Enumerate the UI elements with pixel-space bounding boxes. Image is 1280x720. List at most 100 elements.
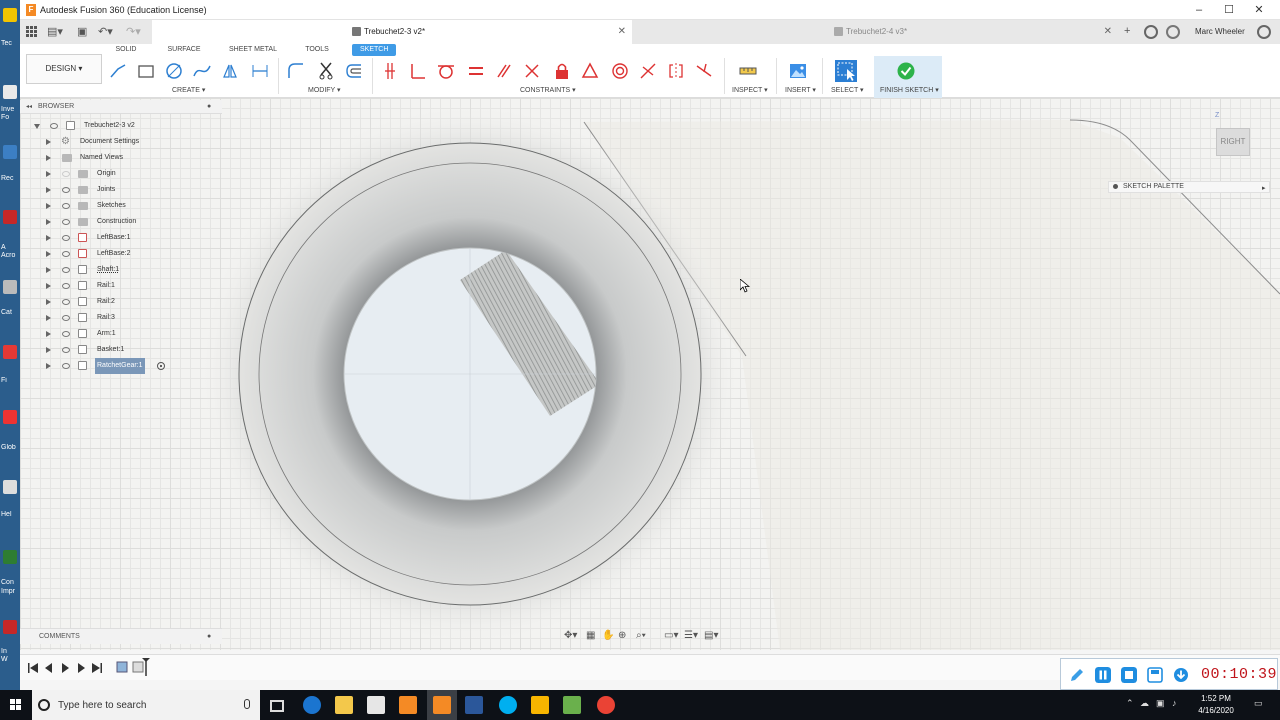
network-icon[interactable]: ▣ [1156,698,1165,709]
collinear-constraint-icon[interactable] [522,61,542,81]
expand-icon[interactable] [46,363,51,369]
expand-icon[interactable] [46,347,51,353]
measure-icon[interactable] [738,61,758,81]
visibility-eye-icon[interactable] [62,187,70,193]
store-icon[interactable] [367,696,385,714]
pause-icon[interactable] [1095,667,1111,683]
file-menu-icon[interactable]: ▤▾ [47,25,63,38]
tab-sheet-metal[interactable]: SHEET METAL [228,44,278,56]
save-recording-icon[interactable] [1147,667,1163,683]
tab-sketch[interactable]: SKETCH [352,44,397,56]
mirror-tool-icon[interactable] [220,61,240,81]
timeline-start-icon[interactable] [28,662,38,674]
equal-constraint-icon[interactable] [466,61,486,81]
save-icon[interactable]: ▣ [77,25,87,38]
tray-chevron-icon[interactable]: ⌃ [1126,698,1134,709]
minimize-button[interactable]: – [1192,3,1206,17]
workspace-switcher-button[interactable]: DESIGN ▾ [26,54,102,84]
expand-icon[interactable] [46,331,51,337]
insert-menu[interactable]: INSERT ▾ [785,86,816,94]
select-menu[interactable]: SELECT ▾ [831,86,864,94]
browser-item-sketches[interactable]: Sketches [20,198,222,214]
window-titlebar[interactable]: F Autodesk Fusion 360 (Education License… [20,0,1280,20]
browser-pin-icon[interactable]: ● [207,100,211,114]
coincident-constraint-icon[interactable] [380,61,400,81]
sticky-app-icon[interactable] [531,696,549,714]
task-view-icon[interactable] [270,700,284,712]
timeline-back-icon[interactable] [44,662,54,674]
visibility-eye-icon[interactable] [62,203,70,209]
visibility-eye-icon[interactable] [62,347,70,353]
skype-icon[interactable] [499,696,517,714]
user-name[interactable]: Marc Wheeler [1195,27,1245,36]
timeline-forward-icon[interactable] [76,662,86,674]
browser-item-rail-3[interactable]: Rail:3 [20,310,222,326]
zoom-icon[interactable]: ⊕ [618,630,626,641]
rectangle-tool-icon[interactable] [136,61,156,81]
pan-hand-icon[interactable]: ✋ [602,630,614,641]
close-tab-icon[interactable]: ✕ [618,20,626,44]
browser-item-rail-2[interactable]: Rail:2 [20,294,222,310]
taskbar-clock[interactable]: 1:52 PM 4/16/2020 [1196,693,1236,717]
expand-icon[interactable] [46,315,51,321]
expand-icon[interactable] [46,139,51,145]
comments-add-icon[interactable]: ● [207,629,211,645]
activate-component-radio[interactable] [157,362,165,370]
file-explorer-icon[interactable] [335,696,353,714]
browser-item-leftbase-1[interactable]: LeftBase:1 [20,230,222,246]
edge-browser-icon[interactable] [303,696,321,714]
browser-item-arm-1[interactable]: Arm:1 [20,326,222,342]
expand-icon[interactable] [46,187,51,193]
viewports-icon[interactable]: ▤▾ [704,630,718,641]
check-icon[interactable] [896,61,916,81]
visibility-eye-icon[interactable] [62,315,70,321]
orbit-icon[interactable]: ✥▾ [564,630,577,641]
perpendicular-constraint-icon[interactable] [408,61,428,81]
spline-tool-icon[interactable] [192,61,212,81]
tangent-constraint-icon[interactable] [436,61,456,81]
notifications-center-icon[interactable]: ▭ [1254,698,1263,709]
maximize-button[interactable]: ☐ [1222,3,1236,17]
display-settings-icon[interactable]: ▭▾ [664,630,678,641]
chrome-icon[interactable] [597,696,615,714]
visibility-eye-icon[interactable] [62,251,70,257]
close-tab-icon[interactable]: ✕ [1104,20,1112,44]
visibility-eye-icon[interactable] [62,171,70,177]
browser-item-rail-1[interactable]: Rail:1 [20,278,222,294]
fusion-taskbar-icon[interactable] [399,696,417,714]
browser-item-ratchetgear-1[interactable]: RatchetGear:1 [20,358,222,374]
help-icon[interactable] [1257,25,1271,39]
windows-start-icon[interactable] [10,699,22,711]
browser-item-construction[interactable]: Construction [20,214,222,230]
pencil-icon[interactable] [1069,667,1085,683]
tab-surface[interactable]: SURFACE [166,44,202,56]
word-icon[interactable] [465,696,483,714]
timeline-end-icon[interactable] [92,662,102,674]
stop-icon[interactable] [1121,667,1137,683]
modify-menu[interactable]: MODIFY ▾ [308,86,341,94]
desktop-app-icon[interactable] [3,345,17,359]
select-tool-icon[interactable] [834,59,858,83]
concentric-constraint-icon[interactable] [610,61,630,81]
browser-item-basket-1[interactable]: Basket:1 [20,342,222,358]
browser-panel-header[interactable]: ◂◂ BROWSER ● [20,100,222,114]
download-icon[interactable] [1173,667,1189,683]
create-menu[interactable]: CREATE ▾ [172,86,205,94]
new-tab-icon[interactable]: + [1124,25,1130,37]
excel-like-icon[interactable] [563,696,581,714]
inspect-menu[interactable]: INSPECT ▾ [732,86,768,94]
line-tool-icon[interactable] [108,61,128,81]
fix-lock-constraint-icon[interactable] [552,61,572,81]
grid-snaps-icon[interactable]: ☰▾ [684,630,698,641]
expand-icon[interactable] [46,171,51,177]
constraints-menu[interactable]: CONSTRAINTS ▾ [520,86,576,94]
desktop-globe-icon[interactable] [3,410,17,424]
tab-trebuchet2-4[interactable]: Trebuchet2-4 v3* ✕ [634,20,1118,44]
midpoint-constraint-icon[interactable] [580,61,600,81]
onedrive-icon[interactable]: ☁ [1140,698,1149,709]
horizontal-vertical-constraint-icon[interactable] [638,61,658,81]
browser-item-document-settings[interactable]: ⚙ Document Settings [20,134,222,150]
visibility-eye-icon[interactable] [62,363,70,369]
close-window-button[interactable]: ✕ [1252,3,1266,17]
fit-icon[interactable]: ⌕▾ [636,630,646,641]
